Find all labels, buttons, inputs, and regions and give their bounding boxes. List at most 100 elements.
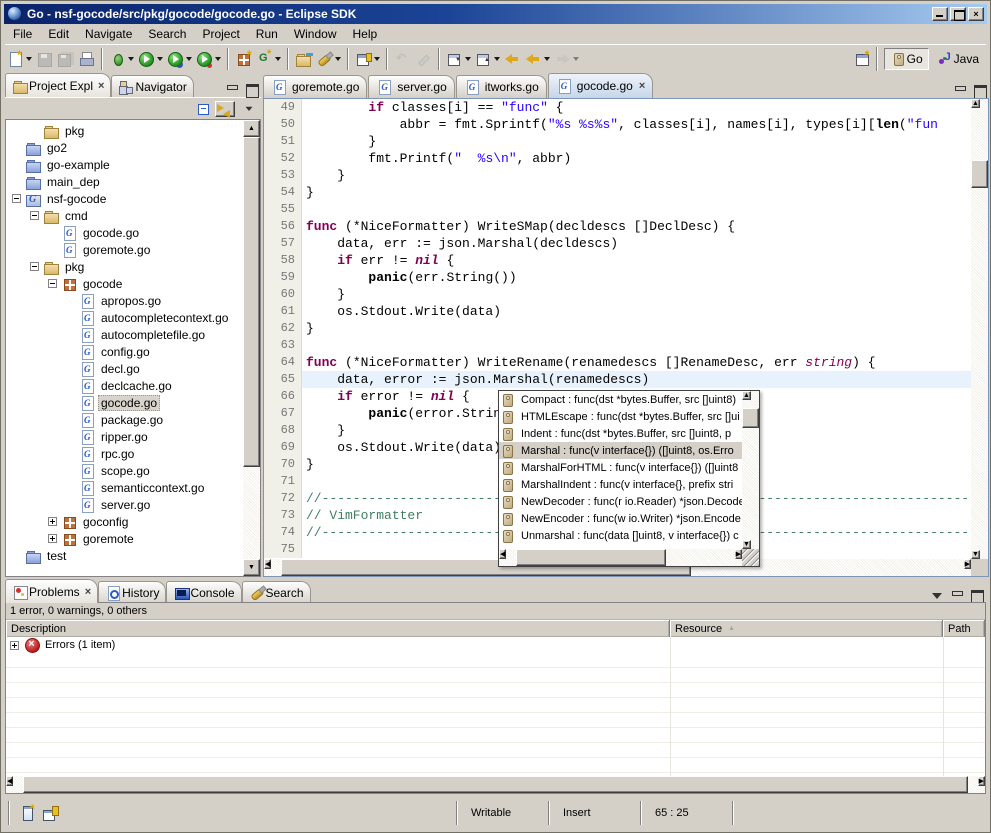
completion-proposal[interactable]: HTMLEscape : func(dst *bytes.Buffer, src… bbox=[499, 408, 742, 425]
code-line-65[interactable]: 65 data, error := json.Marshal(renamedes… bbox=[264, 371, 971, 388]
tab-history[interactable]: History bbox=[98, 581, 166, 603]
window-minimize-button[interactable] bbox=[932, 7, 948, 21]
scroll-left-button[interactable]: ◀ bbox=[264, 559, 271, 569]
expand-icon[interactable] bbox=[48, 517, 57, 526]
completion-proposal[interactable]: Indent : func(dst *bytes.Buffer, src []u… bbox=[499, 425, 742, 442]
completion-proposal[interactable]: MarshalIndent : func(v interface{}, pref… bbox=[499, 476, 742, 493]
expand-icon[interactable] bbox=[10, 641, 19, 650]
open-plugin-button[interactable] bbox=[293, 47, 314, 71]
scroll-left-button[interactable]: ◀ bbox=[499, 549, 506, 559]
dropdown-arrow-icon[interactable] bbox=[573, 57, 579, 61]
code-line-59[interactable]: 59 panic(err.String()) bbox=[264, 269, 971, 286]
code-line-57[interactable]: 57 data, err := json.Marshal(decldescs) bbox=[264, 235, 971, 252]
column-header-description[interactable]: Description bbox=[6, 620, 670, 637]
problems-row[interactable]: Errors (1 item) bbox=[6, 637, 985, 653]
pin-editor-button[interactable] bbox=[413, 47, 434, 71]
editor-tab-goremote-go[interactable]: goremote.go bbox=[263, 75, 367, 98]
perspective-go-button[interactable]: Go bbox=[884, 48, 929, 70]
save-all-button[interactable] bbox=[55, 47, 76, 71]
completion-proposal[interactable]: Compact : func(dst *bytes.Buffer, src []… bbox=[499, 391, 742, 408]
editor-tab-server-go[interactable]: server.go bbox=[368, 75, 454, 98]
dropdown-arrow-icon[interactable] bbox=[215, 57, 221, 61]
scroll-left-button[interactable]: ◀ bbox=[6, 776, 13, 786]
completion-proposal[interactable]: NewDecoder : func(r io.Reader) *json.Dec… bbox=[499, 493, 742, 510]
maximize-view-button[interactable] bbox=[243, 82, 261, 97]
problems-horizontal-scrollbar[interactable]: ◀ ▶ bbox=[6, 776, 985, 793]
tree-item-goconfig[interactable]: goconfig bbox=[6, 513, 243, 530]
code-line-62[interactable]: 62} bbox=[264, 320, 971, 337]
popup-resize-grip[interactable] bbox=[742, 549, 759, 566]
code-line-49[interactable]: 49 if classes[i] == "func" { bbox=[264, 99, 971, 116]
scrollbar-thumb[interactable] bbox=[742, 408, 759, 428]
last-edit-location-button[interactable] bbox=[502, 47, 523, 71]
scroll-right-button[interactable]: ▶ bbox=[964, 559, 971, 569]
code-line-63[interactable]: 63 bbox=[264, 337, 971, 354]
run-button[interactable] bbox=[136, 47, 165, 71]
dropdown-arrow-icon[interactable] bbox=[335, 57, 341, 61]
dropdown-arrow-icon[interactable] bbox=[275, 57, 281, 61]
tab-console[interactable]: Console bbox=[166, 581, 241, 603]
code-line-50[interactable]: 50 abbr = fmt.Sprintf("%s %s%s", classes… bbox=[264, 116, 971, 133]
explorer-view-menu-button[interactable] bbox=[243, 103, 256, 114]
scroll-down-button[interactable]: ▼ bbox=[243, 559, 260, 576]
scroll-down-button[interactable]: ▼ bbox=[971, 550, 980, 559]
scrollbar-thumb[interactable] bbox=[971, 160, 988, 188]
code-line-53[interactable]: 53 } bbox=[264, 167, 971, 184]
tree-item-goremote-go[interactable]: goremote.go bbox=[6, 241, 243, 258]
tree-item-nsf-gocode[interactable]: nsf-gocode bbox=[6, 190, 243, 207]
scroll-up-button[interactable]: ▲ bbox=[243, 120, 260, 137]
editor-switch-icon[interactable] bbox=[42, 805, 59, 821]
tree-item-goremote[interactable]: goremote bbox=[6, 530, 243, 547]
view-menu-button[interactable] bbox=[928, 588, 946, 603]
code-line-51[interactable]: 51 } bbox=[264, 133, 971, 150]
save-button[interactable] bbox=[34, 47, 55, 71]
editor-vertical-scrollbar[interactable]: ▲ ▼ bbox=[971, 99, 988, 559]
scrollbar-thumb[interactable] bbox=[516, 549, 666, 566]
menu-project[interactable]: Project bbox=[194, 25, 247, 44]
tab-problems[interactable]: Problems× bbox=[5, 579, 98, 603]
close-icon[interactable]: × bbox=[639, 80, 645, 92]
tab-search[interactable]: Search bbox=[242, 581, 311, 603]
scroll-up-button[interactable]: ▲ bbox=[742, 391, 751, 400]
code-line-61[interactable]: 61 os.Stdout.Write(data) bbox=[264, 303, 971, 320]
tree-item-pkg[interactable]: pkg bbox=[6, 258, 243, 275]
tree-item-gocode[interactable]: gocode bbox=[6, 275, 243, 292]
tree-item-test[interactable]: test bbox=[6, 547, 243, 564]
forward-button[interactable] bbox=[552, 47, 581, 71]
menu-window[interactable]: Window bbox=[286, 25, 345, 44]
dropdown-arrow-icon[interactable] bbox=[374, 57, 380, 61]
menu-edit[interactable]: Edit bbox=[40, 25, 77, 44]
maximize-view-button[interactable] bbox=[968, 588, 986, 603]
new-wizard-button[interactable] bbox=[5, 47, 34, 71]
tree-item-cmd[interactable]: cmd bbox=[6, 207, 243, 224]
close-icon[interactable]: × bbox=[85, 586, 91, 598]
scroll-up-button[interactable]: ▲ bbox=[971, 99, 980, 108]
minimize-view-button[interactable] bbox=[223, 82, 241, 97]
dropdown-arrow-icon[interactable] bbox=[544, 57, 550, 61]
scroll-right-button[interactable]: ▶ bbox=[978, 776, 985, 786]
collapse-icon[interactable] bbox=[30, 262, 39, 271]
dropdown-arrow-icon[interactable] bbox=[494, 57, 500, 61]
fast-view-icon[interactable] bbox=[19, 805, 36, 821]
code-line-64[interactable]: 64func (*NiceFormatter) WriteRename(rena… bbox=[264, 354, 971, 371]
scroll-right-button[interactable]: ▶ bbox=[735, 549, 742, 559]
tree-item-semanticcontext-go[interactable]: semanticcontext.go bbox=[6, 479, 243, 496]
code-line-52[interactable]: 52 fmt.Printf(" %s\n", abbr) bbox=[264, 150, 971, 167]
title-bar[interactable]: Go - nsf-gocode/src/pkg/gocode/gocode.go… bbox=[4, 4, 987, 24]
tree-item-config-go[interactable]: config.go bbox=[6, 343, 243, 360]
minimize-view-button[interactable] bbox=[948, 588, 966, 603]
column-header-path[interactable]: Path bbox=[943, 620, 985, 637]
tree-item-go-example[interactable]: go-example bbox=[6, 156, 243, 173]
go-build-button[interactable] bbox=[254, 47, 283, 71]
tree-item-scope-go[interactable]: scope.go bbox=[6, 462, 243, 479]
menu-help[interactable]: Help bbox=[345, 25, 386, 44]
tab-navigator[interactable]: Navigator bbox=[111, 75, 193, 97]
tree-item-apropos-go[interactable]: apropos.go bbox=[6, 292, 243, 309]
window-close-button[interactable]: × bbox=[968, 7, 984, 21]
scrollbar-thumb[interactable] bbox=[243, 137, 260, 467]
tree-item-go2[interactable]: go2 bbox=[6, 139, 243, 156]
annotation-window-button[interactable] bbox=[353, 47, 382, 71]
tree-item-package-go[interactable]: package.go bbox=[6, 411, 243, 428]
menu-navigate[interactable]: Navigate bbox=[77, 25, 140, 44]
code-line-55[interactable]: 55 bbox=[264, 201, 971, 218]
